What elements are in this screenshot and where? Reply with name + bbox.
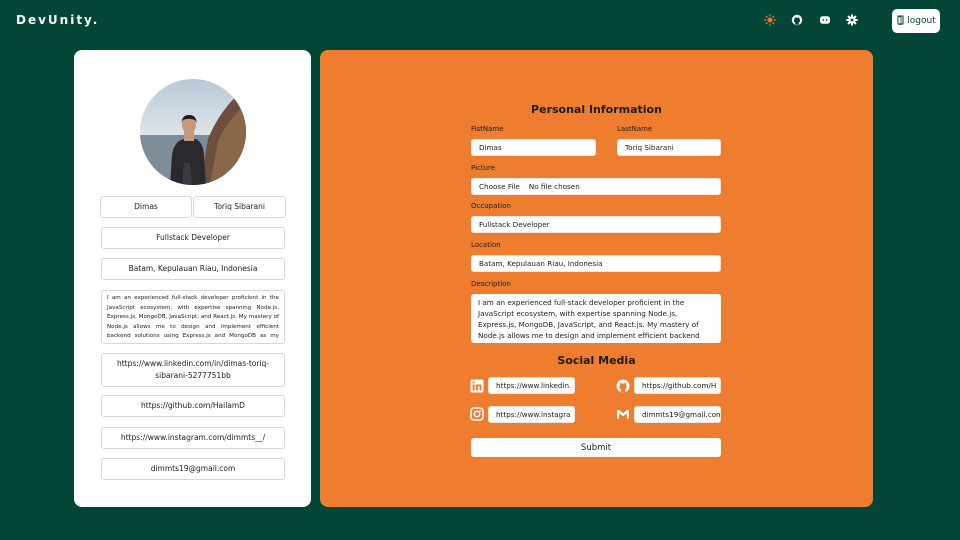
location-input[interactable]: Batam, Kepulauan Riau, Indonesia <box>471 255 721 272</box>
logout-icon <box>896 14 905 28</box>
profile-instagram-link[interactable]: https://www.instagram.com/dimmts__/ <box>101 427 285 449</box>
description-textarea[interactable]: I am an experienced full-stack developer… <box>471 294 721 343</box>
submit-button[interactable]: Submit <box>471 438 721 457</box>
profile-description: I am an experienced full-stack developer… <box>101 290 285 344</box>
edit-profile-form: Personal Information FistName LastName D… <box>320 50 873 507</box>
profile-email: dimmts19@gmail.com <box>101 458 285 480</box>
social-media-title: Social Media <box>557 354 636 367</box>
choose-file-button[interactable]: Choose File <box>479 182 520 191</box>
email-input[interactable]: dimmts19@gmail.com <box>634 406 721 423</box>
linkedin-icon <box>470 379 484 393</box>
gear-icon[interactable] <box>845 13 859 27</box>
github-input[interactable]: https://github.com/H <box>634 377 721 394</box>
logout-button[interactable]: logout <box>892 9 940 33</box>
location-label: Location <box>471 241 501 249</box>
last-name-label: LastName <box>617 125 653 133</box>
personal-information-title: Personal Information <box>531 103 662 116</box>
first-name-label: FistName <box>471 125 504 133</box>
profile-first-name: Dimas <box>100 196 192 218</box>
picture-file-input[interactable]: Choose File No file chosen <box>471 178 721 195</box>
instagram-input[interactable]: https://www.instagra <box>488 406 575 423</box>
occupation-label: Occupation <box>471 202 511 210</box>
logout-label: logout <box>907 16 936 26</box>
linkedin-input[interactable]: https://www.linkedin. <box>488 377 575 394</box>
github-icon[interactable] <box>790 13 804 27</box>
profile-last-name: Toriq Sibarani <box>193 196 286 218</box>
github-icon <box>616 379 630 393</box>
instagram-icon <box>470 407 484 421</box>
discord-icon[interactable] <box>818 13 832 27</box>
picture-label: Picture <box>471 164 496 172</box>
top-navbar: DevUnity. logout <box>0 0 960 42</box>
profile-location: Batam, Kepulauan Riau, Indonesia <box>101 258 285 280</box>
profile-github-link[interactable]: https://github.com/HailamD <box>101 395 285 417</box>
gmail-icon <box>616 407 630 421</box>
sun-icon[interactable] <box>763 13 777 27</box>
profile-linkedin-link[interactable]: https://www.linkedin.com/in/dimas-toriq-… <box>101 353 285 387</box>
avatar <box>140 79 246 185</box>
last-name-input[interactable]: Toriq Sibarani <box>617 139 721 156</box>
description-label: Description <box>471 280 511 288</box>
profile-occupation: Fullstack Developer <box>101 227 285 249</box>
profile-card: Dimas Toriq Sibarani Fullstack Developer… <box>74 50 311 507</box>
brand-logo[interactable]: DevUnity. <box>16 13 99 27</box>
no-file-chosen-text: No file chosen <box>528 182 580 191</box>
first-name-input[interactable]: Dimas <box>471 139 596 156</box>
occupation-input[interactable]: Fullstack Developer <box>471 216 721 233</box>
